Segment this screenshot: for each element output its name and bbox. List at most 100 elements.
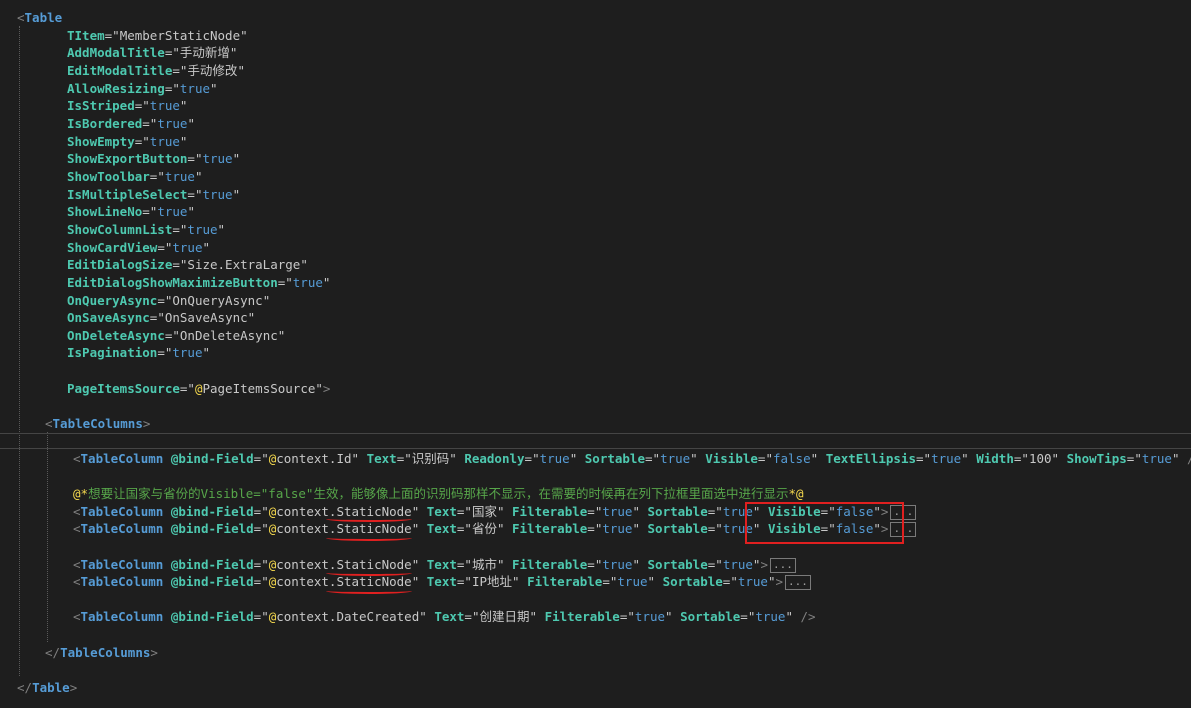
code-line[interactable]: IsStriped="true" [67, 97, 187, 115]
code-line[interactable]: IsBordered="true" [67, 115, 195, 133]
code-line[interactable]: ShowEmpty="true" [67, 133, 187, 151]
attribute-name: EditDialogShowMaximizeButton [67, 275, 278, 290]
operator [505, 521, 513, 536]
operator [419, 557, 427, 572]
keyword-value: true [149, 98, 180, 113]
code-line[interactable]: <TableColumns> [45, 415, 150, 433]
quote: " [1051, 451, 1060, 466]
attribute-name: Text [426, 574, 457, 589]
quote: " [179, 98, 188, 113]
attribute-name: EditDialogSize [67, 257, 173, 272]
code-line[interactable]: IsMultipleSelect="true" [67, 186, 240, 204]
keyword-value: true [539, 451, 570, 466]
element-name: TableColumn [80, 504, 164, 519]
string-value: 100 [1028, 451, 1052, 466]
code-line[interactable]: AllowResizing="true" [67, 80, 218, 98]
punctuation: > [142, 416, 151, 431]
string-value: OnDeleteAsync [179, 328, 278, 343]
quote: " [690, 451, 698, 466]
operator [640, 521, 648, 536]
code-line[interactable]: <TableColumn @bind-Field="@context.Stati… [73, 556, 796, 574]
quote: " [632, 504, 640, 519]
code-editor[interactable]: <Table TItem="MemberStaticNode" AddModal… [0, 0, 1191, 708]
keyword-value: true [617, 574, 648, 589]
element-name: Table [24, 10, 63, 25]
code-line[interactable]: OnSaveAsync="OnSaveAsync" [67, 309, 255, 327]
operator [163, 451, 171, 466]
element-name: TableColumn [80, 521, 164, 536]
code-line[interactable]: PageItemsSource="@PageItemsSource"> [67, 380, 330, 398]
code-line[interactable]: ShowExportButton="true" [67, 150, 240, 168]
keyword-value: true [602, 521, 633, 536]
element-name: TableColumn [80, 451, 164, 466]
attribute-name: TextEllipsis [825, 451, 916, 466]
quote: " [632, 521, 640, 536]
attribute-name: @bind-Field [170, 451, 254, 466]
operator [163, 521, 171, 536]
code-line[interactable]: EditDialogSize="Size.ExtraLarge" [67, 256, 308, 274]
attribute-name: EditModalTitle [67, 63, 173, 78]
code-line[interactable]: ShowColumnList="true" [67, 221, 225, 239]
collapsed-block-button[interactable]: ... [769, 558, 796, 573]
attribute-name: ShowExportButton [67, 151, 188, 166]
keyword-value: true [722, 557, 753, 572]
quote: " [496, 504, 505, 519]
operator [419, 504, 427, 519]
code-line[interactable]: <TableColumn @bind-Field="@context.DateC… [73, 608, 816, 626]
keyword-value: true [202, 151, 233, 166]
punctuation: > [69, 680, 78, 695]
attribute-name: Text [366, 451, 397, 466]
code-line[interactable]: EditModalTitle="手动修改" [67, 62, 245, 80]
quote: " [157, 310, 165, 325]
code-line[interactable]: ShowCardView="true" [67, 239, 210, 257]
keyword-value: false [772, 451, 811, 466]
quote: " [261, 521, 269, 536]
code-line[interactable]: ShowLineNo="true" [67, 203, 195, 221]
operator [818, 451, 826, 466]
attribute-name: OnQueryAsync [67, 293, 158, 308]
code-line[interactable]: </Table> [17, 679, 77, 697]
attribute-name: @bind-Field [170, 504, 254, 519]
attribute-name: ShowToolbar [67, 169, 150, 184]
quote: " [202, 345, 211, 360]
punctuation: > [322, 381, 331, 396]
code-line[interactable]: EditDialogShowMaximizeButton="true" [67, 274, 330, 292]
keyword-value: true [157, 204, 188, 219]
code-line[interactable]: OnDeleteAsync="OnDeleteAsync" [67, 327, 285, 345]
keyword-value: true [292, 275, 323, 290]
code-line[interactable]: @*想要让国家与省份的Visible="false"生效，能够像上面的识别码那样… [73, 485, 804, 503]
punctuation: < [73, 574, 81, 589]
attribute-name: Visible [705, 451, 758, 466]
operator [419, 521, 427, 536]
attribute-name: Sortable [647, 504, 708, 519]
keyword-value: true [602, 557, 633, 572]
quote: " [715, 521, 723, 536]
attribute-name: @bind-Field [170, 609, 254, 624]
quote: " [142, 134, 150, 149]
operator: = [157, 293, 165, 308]
operator [640, 504, 648, 519]
attribute-name: Sortable [647, 557, 708, 572]
operator [163, 574, 171, 589]
code-line[interactable]: OnQueryAsync="OnQueryAsync" [67, 292, 270, 310]
attribute-name: Sortable [662, 574, 723, 589]
quote: " [1021, 451, 1029, 466]
code-line[interactable]: AddModalTitle="手动新增" [67, 44, 237, 62]
quote: " [262, 293, 271, 308]
code-line[interactable]: </TableColumns> [45, 644, 158, 662]
quote: " [285, 275, 293, 290]
code-line[interactable]: <TableColumn @bind-Field="@context.Stati… [73, 573, 811, 591]
collapsed-block-button[interactable]: ... [785, 575, 811, 590]
attribute-name: IsBordered [67, 116, 143, 131]
line-separator [0, 448, 1191, 449]
code-line[interactable]: TItem="MemberStaticNode" [67, 27, 248, 45]
quote: " [767, 574, 776, 589]
code-line[interactable]: <TableColumn @bind-Field="@context.Id" T… [73, 450, 1191, 468]
code-line[interactable]: IsPagination="true" [67, 344, 210, 362]
string-value: 创建日期 [479, 609, 530, 624]
code-line[interactable]: ShowToolbar="true" [67, 168, 203, 186]
punctuation: < [45, 416, 53, 431]
quote: " [261, 557, 269, 572]
code-line[interactable]: <Table [17, 9, 62, 27]
string-value: context.StaticNode [276, 574, 412, 589]
